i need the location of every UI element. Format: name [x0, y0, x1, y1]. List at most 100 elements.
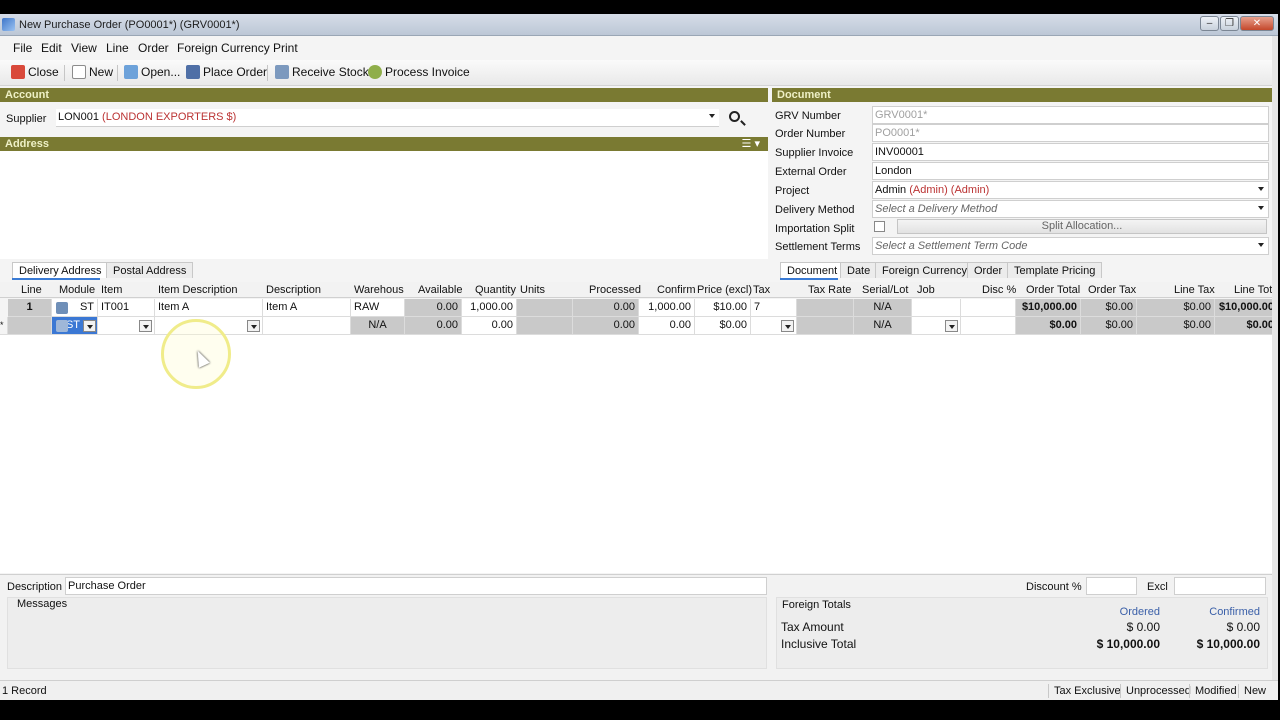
tab-foreign-currency[interactable]: Foreign Currency [875, 262, 974, 278]
maximize-button[interactable]: ❐ [1220, 16, 1239, 31]
tab-date[interactable]: Date [840, 262, 878, 278]
col-disc[interactable]: Disc % [982, 284, 1016, 296]
confirm-cell[interactable]: 0.00 [639, 317, 695, 335]
open-button[interactable]: Open... [124, 65, 180, 79]
supplier-field[interactable]: LON001 (LONDON EXPORTERS $) [56, 109, 719, 127]
col-available[interactable]: Available [418, 284, 462, 296]
status-separator [1189, 684, 1190, 698]
order-number-field[interactable]: PO0001* [872, 124, 1269, 142]
disc-cell[interactable] [961, 317, 1016, 335]
col-job[interactable]: Job [917, 284, 935, 296]
available-cell: 0.00 [405, 317, 462, 335]
supplier-invoice-field[interactable]: INV00001 [872, 143, 1269, 161]
col-quantity[interactable]: Quantity [475, 284, 516, 296]
tab-order[interactable]: Order [967, 262, 1010, 278]
external-order-field[interactable]: London [872, 162, 1269, 180]
item-description-cell[interactable]: Item A [155, 299, 263, 317]
col-price-excl[interactable]: Price (excl) [697, 284, 752, 296]
col-module[interactable]: Module [59, 284, 95, 296]
disc-cell[interactable] [961, 299, 1016, 317]
price-cell[interactable]: $0.00 [695, 317, 751, 335]
description-input[interactable]: Purchase Order [65, 577, 767, 595]
menu-line[interactable]: Line [106, 41, 129, 55]
confirm-cell[interactable]: 1,000.00 [639, 299, 695, 317]
messages-box[interactable] [7, 597, 767, 669]
process-invoice-button[interactable]: Process Invoice [368, 65, 470, 79]
vertical-scrollbar[interactable] [1272, 36, 1278, 680]
grv-number-label: GRV Number [775, 110, 841, 122]
item-cell[interactable] [98, 317, 155, 335]
menu-icon[interactable]: ☰ ▾ [742, 137, 760, 151]
chevron-down-icon[interactable] [1258, 206, 1264, 210]
item-cell[interactable]: IT001 [98, 299, 155, 317]
module-dropdown[interactable] [83, 320, 96, 332]
menu-edit[interactable]: Edit [41, 41, 62, 55]
col-tax-rate[interactable]: Tax Rate [808, 284, 851, 296]
settlement-terms-select[interactable]: Select a Settlement Term Code [872, 237, 1269, 255]
col-serial-lot[interactable]: Serial/Lot [862, 284, 908, 296]
price-cell[interactable]: $10.00 [695, 299, 751, 317]
col-warehouse[interactable]: Warehous [354, 284, 404, 296]
grv-number-field[interactable]: GRV0001* [872, 106, 1269, 124]
description-cell[interactable] [263, 317, 351, 335]
close-button[interactable]: Close [11, 65, 59, 79]
place-order-button[interactable]: Place Order [186, 65, 267, 79]
quantity-cell[interactable]: 0.00 [462, 317, 517, 335]
search-icon[interactable] [729, 111, 740, 122]
col-confirm[interactable]: Confirm [657, 284, 696, 296]
table-row[interactable]: 1 ST IT001 Item A Item A RAW 0.00 1,000.… [0, 299, 1278, 317]
chevron-down-icon[interactable] [1258, 187, 1264, 191]
col-order-total[interactable]: Order Total [1026, 284, 1080, 296]
modified-status: Modified [1195, 685, 1237, 697]
delivery-method-select[interactable]: Select a Delivery Method [872, 200, 1269, 218]
account-section-header: Account [0, 88, 768, 102]
col-line-tax[interactable]: Line Tax [1174, 284, 1215, 296]
col-tax[interactable]: Tax [753, 284, 770, 296]
module-cell[interactable]: ST [52, 317, 98, 335]
window-controls: ‒ ❐ ✕ [1200, 16, 1274, 31]
chevron-down-icon[interactable] [709, 114, 715, 118]
menu-print[interactable]: Print [273, 41, 298, 55]
chevron-down-icon[interactable] [1258, 243, 1264, 247]
tab-postal-address[interactable]: Postal Address [106, 262, 194, 278]
minimize-button[interactable]: ‒ [1200, 16, 1219, 31]
close-window-button[interactable]: ✕ [1240, 16, 1274, 31]
project-select[interactable]: Admin (Admin) (Admin) [872, 181, 1269, 199]
job-cell[interactable] [912, 317, 961, 335]
warehouse-cell[interactable]: RAW [351, 299, 405, 317]
item-description-dropdown[interactable] [247, 320, 260, 332]
menu-foreign-currency[interactable]: Foreign Currency [177, 41, 270, 55]
item-dropdown[interactable] [139, 320, 152, 332]
col-units[interactable]: Units [520, 284, 545, 296]
tab-template-pricing[interactable]: Template Pricing [1007, 262, 1103, 278]
supplier-invoice-label: Supplier Invoice [775, 147, 854, 159]
col-item-description[interactable]: Item Description [158, 284, 237, 296]
split-allocation-button[interactable]: Split Allocation... [897, 219, 1267, 234]
menu-file[interactable]: File [13, 41, 32, 55]
col-line[interactable]: Line [21, 284, 42, 296]
menu-order[interactable]: Order [138, 41, 169, 55]
module-cell[interactable]: ST [52, 299, 98, 317]
tax-cell[interactable] [751, 317, 797, 335]
job-dropdown[interactable] [945, 320, 958, 332]
lines-grid-header: Line Module Item Item Description Descri… [0, 282, 1278, 298]
excl-input[interactable] [1174, 577, 1266, 595]
col-processed[interactable]: Processed [589, 284, 641, 296]
importation-split-checkbox[interactable] [874, 221, 885, 232]
menu-view[interactable]: View [71, 41, 97, 55]
tab-delivery-address[interactable]: Delivery Address [12, 262, 109, 278]
receive-stock-button[interactable]: Receive Stock [275, 65, 369, 79]
description-cell[interactable]: Item A [263, 299, 351, 317]
tab-document[interactable]: Document [780, 262, 845, 278]
col-order-tax[interactable]: Order Tax [1088, 284, 1136, 296]
job-cell[interactable] [912, 299, 961, 317]
tax-cell[interactable]: 7 [751, 299, 797, 317]
toolbar-separator [117, 65, 118, 81]
tax-dropdown[interactable] [781, 320, 794, 332]
col-description[interactable]: Description [266, 284, 321, 296]
address-area[interactable] [0, 151, 768, 259]
col-item[interactable]: Item [101, 284, 122, 296]
discount-input[interactable] [1086, 577, 1137, 595]
new-button[interactable]: New [72, 65, 113, 79]
quantity-cell[interactable]: 1,000.00 [462, 299, 517, 317]
